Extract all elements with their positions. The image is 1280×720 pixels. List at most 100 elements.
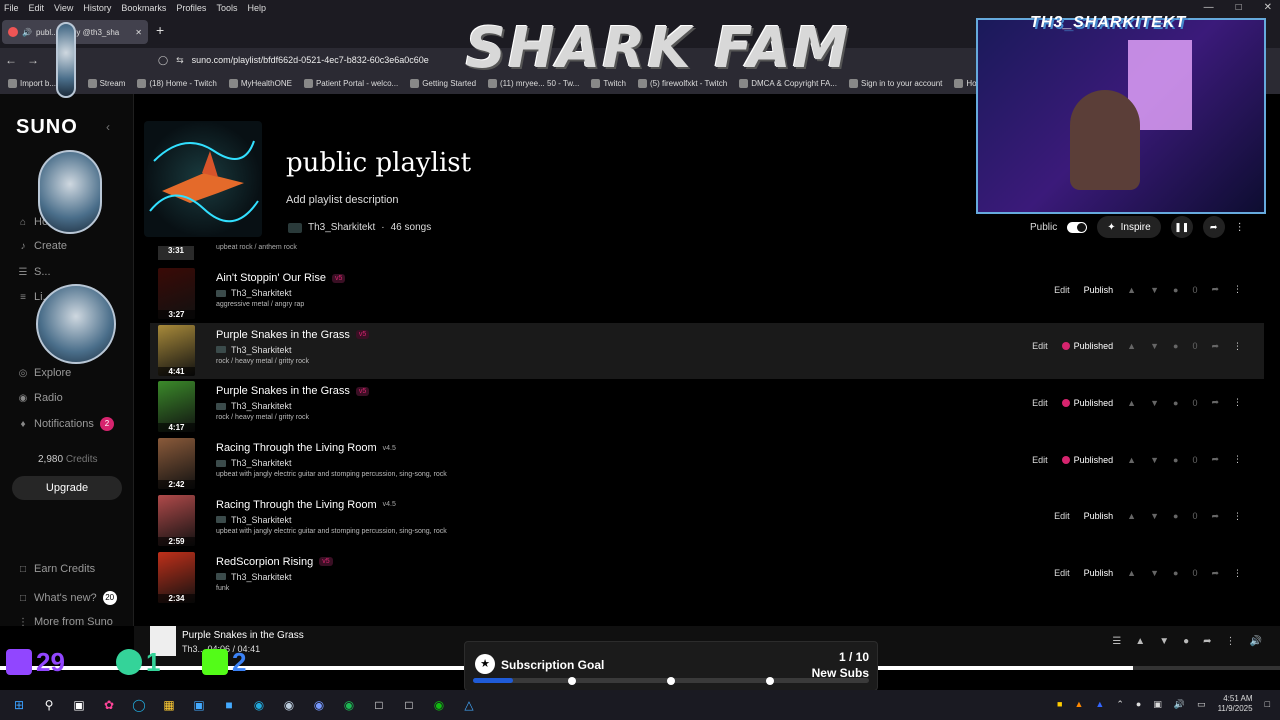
- artist-name[interactable]: Th3_Sharkitekt: [231, 401, 292, 411]
- sidebar-item-2[interactable]: ☰ S...: [18, 266, 51, 278]
- app-icon[interactable]: ◉: [248, 696, 270, 714]
- pause-button[interactable]: ❚❚: [1170, 216, 1193, 238]
- bookmark-item[interactable]: (18) Home - Twitch: [137, 78, 217, 88]
- edit-button[interactable]: Edit: [1054, 511, 1070, 521]
- song-row[interactable]: 4:17 Purple Snakes in the Grass v5 Th3_Shar…: [150, 379, 1264, 435]
- spotify-icon[interactable]: ◉: [338, 696, 360, 714]
- network-icon[interactable]: ▣: [1153, 699, 1162, 710]
- song-thumbnail[interactable]: 4:17: [158, 381, 195, 433]
- artist-name[interactable]: Th3_Sharkitekt: [231, 288, 292, 298]
- like-icon[interactable]: ▲: [1135, 636, 1145, 647]
- app-icon[interactable]: △: [458, 696, 480, 714]
- edit-button[interactable]: Edit: [1032, 341, 1048, 351]
- close-icon[interactable]: ✕: [1264, 2, 1272, 13]
- like-icon[interactable]: ▲: [1127, 285, 1136, 295]
- song-row[interactable]: 2:42 Racing Through the Living Room v4.5 Th…: [150, 436, 1264, 492]
- song-row[interactable]: 2:59 Racing Through the Living Room v4.5 Th…: [150, 493, 1264, 549]
- document-icon[interactable]: □: [368, 696, 390, 714]
- publish-button[interactable]: Published: [1061, 455, 1113, 465]
- dislike-icon[interactable]: ▼: [1150, 568, 1159, 578]
- app-icon[interactable]: ▲: [1074, 699, 1083, 709]
- bookmark-item[interactable]: Stream: [87, 78, 125, 88]
- artist-name[interactable]: Th3_Sharkitekt: [231, 515, 292, 525]
- upgrade-button[interactable]: Upgrade: [12, 476, 122, 500]
- collapse-sidebar-icon[interactable]: ‹: [106, 120, 110, 134]
- rockstar-icon[interactable]: ■: [1057, 699, 1062, 709]
- playlist-description[interactable]: Add playlist description: [286, 194, 399, 206]
- menu-item-edit[interactable]: Edit: [29, 3, 45, 13]
- suno-logo[interactable]: SUNO: [16, 116, 78, 139]
- edge-icon[interactable]: ◯: [128, 696, 150, 714]
- share-icon[interactable]: ➦: [1211, 397, 1219, 408]
- chevron-up-icon[interactable]: ⌃: [1116, 699, 1124, 710]
- menu-item-profiles[interactable]: Profiles: [176, 3, 206, 13]
- playlist-title[interactable]: public playlist: [286, 148, 471, 178]
- menu-item-history[interactable]: History: [83, 3, 111, 13]
- back-icon[interactable]: ←: [0, 53, 22, 67]
- url-text[interactable]: suno.com/playlist/bfdf662d-0521-4ec7-b83…: [192, 55, 429, 65]
- notification-center-icon[interactable]: □: [1265, 699, 1270, 709]
- edit-button[interactable]: Edit: [1032, 455, 1048, 465]
- share-icon[interactable]: ➦: [1211, 568, 1219, 579]
- microphone-icon[interactable]: ●: [1136, 699, 1141, 709]
- song-title-text[interactable]: Racing Through the Living Room: [216, 499, 377, 511]
- sidebar-item-more-from-suno[interactable]: ⋮ More from Suno: [18, 616, 113, 628]
- volume-icon[interactable]: 🔊: [1174, 699, 1185, 710]
- more-options-icon[interactable]: ⋮: [1226, 636, 1236, 647]
- song-title-text[interactable]: Racing Through the Living Room: [216, 442, 377, 454]
- like-icon[interactable]: ▲: [1127, 511, 1136, 521]
- share-icon[interactable]: ➦: [1211, 284, 1219, 295]
- sidebar-item-1[interactable]: ♪ Create: [18, 240, 68, 252]
- sidebar-item-earn-credits[interactable]: □ Earn Credits: [18, 563, 95, 575]
- dislike-icon[interactable]: ▼: [1159, 636, 1169, 647]
- more-options-icon[interactable]: ⋮: [1233, 568, 1242, 579]
- forward-icon[interactable]: →: [22, 53, 44, 67]
- menu-item-bookmarks[interactable]: Bookmarks: [121, 3, 166, 13]
- edit-button[interactable]: Edit: [1032, 398, 1048, 408]
- playlist-cover[interactable]: [144, 121, 262, 237]
- app-icon[interactable]: ■: [218, 696, 240, 714]
- comment-icon[interactable]: ●: [1173, 568, 1178, 578]
- epic-games-icon[interactable]: □: [398, 696, 420, 714]
- like-icon[interactable]: ▲: [1127, 568, 1136, 578]
- comment-icon[interactable]: ●: [1183, 636, 1189, 647]
- menu-item-view[interactable]: View: [54, 3, 73, 13]
- song-row[interactable]: 2:34 RedScorpion Rising v5 Th3_Sharkitekt fu…: [150, 550, 1264, 606]
- comment-icon[interactable]: ●: [1173, 511, 1178, 521]
- more-options-icon[interactable]: ⋮: [1235, 222, 1245, 233]
- task-view-icon[interactable]: ▣: [68, 696, 90, 714]
- file-explorer-icon[interactable]: ▦: [158, 696, 180, 714]
- comment-icon[interactable]: ●: [1173, 285, 1178, 295]
- share-icon[interactable]: ➦: [1211, 341, 1219, 352]
- song-row[interactable]: 4:41 Purple Snakes in the Grass v5 Th3_Shar…: [150, 322, 1264, 379]
- publish-button[interactable]: Publish: [1084, 568, 1114, 578]
- share-icon[interactable]: ➦: [1203, 636, 1211, 647]
- like-icon[interactable]: ▲: [1127, 341, 1136, 351]
- publish-button[interactable]: Publish: [1084, 285, 1114, 295]
- queue-icon[interactable]: ☰: [1112, 636, 1121, 647]
- player-song-title[interactable]: Purple Snakes in the Grass: [182, 630, 304, 641]
- artist-name[interactable]: Th3_Sharkitekt: [231, 458, 292, 468]
- xbox-icon[interactable]: ◉: [428, 696, 450, 714]
- bookmark-item[interactable]: Sign in to your account: [849, 78, 942, 88]
- song-title-text[interactable]: Purple Snakes in the Grass: [216, 329, 350, 341]
- menu-item-tools[interactable]: Tools: [216, 3, 237, 13]
- song-title-text[interactable]: Purple Snakes in the Grass: [216, 385, 350, 397]
- windows-start-icon[interactable]: ⊞: [8, 696, 30, 714]
- inspire-button[interactable]: ✦ Inspire: [1097, 216, 1161, 238]
- comment-icon[interactable]: ●: [1173, 341, 1178, 351]
- like-icon[interactable]: ▲: [1127, 455, 1136, 465]
- song-title-text[interactable]: RedScorpion Rising: [216, 556, 313, 568]
- like-icon[interactable]: ▲: [1127, 398, 1136, 408]
- song-thumbnail[interactable]: 3:27: [158, 268, 195, 319]
- dislike-icon[interactable]: ▼: [1150, 285, 1159, 295]
- system-clock[interactable]: 4:51 AM 11/9/2025: [1218, 694, 1253, 714]
- dislike-icon[interactable]: ▼: [1150, 398, 1159, 408]
- more-options-icon[interactable]: ⋮: [1233, 341, 1242, 352]
- publish-button[interactable]: Publish: [1084, 511, 1114, 521]
- menu-item-help[interactable]: Help: [247, 3, 266, 13]
- sidebar-item-5[interactable]: ◉ Radio: [18, 392, 63, 404]
- comment-icon[interactable]: ●: [1173, 455, 1178, 465]
- publish-button[interactable]: Published: [1061, 341, 1113, 351]
- comment-icon[interactable]: ●: [1173, 398, 1178, 408]
